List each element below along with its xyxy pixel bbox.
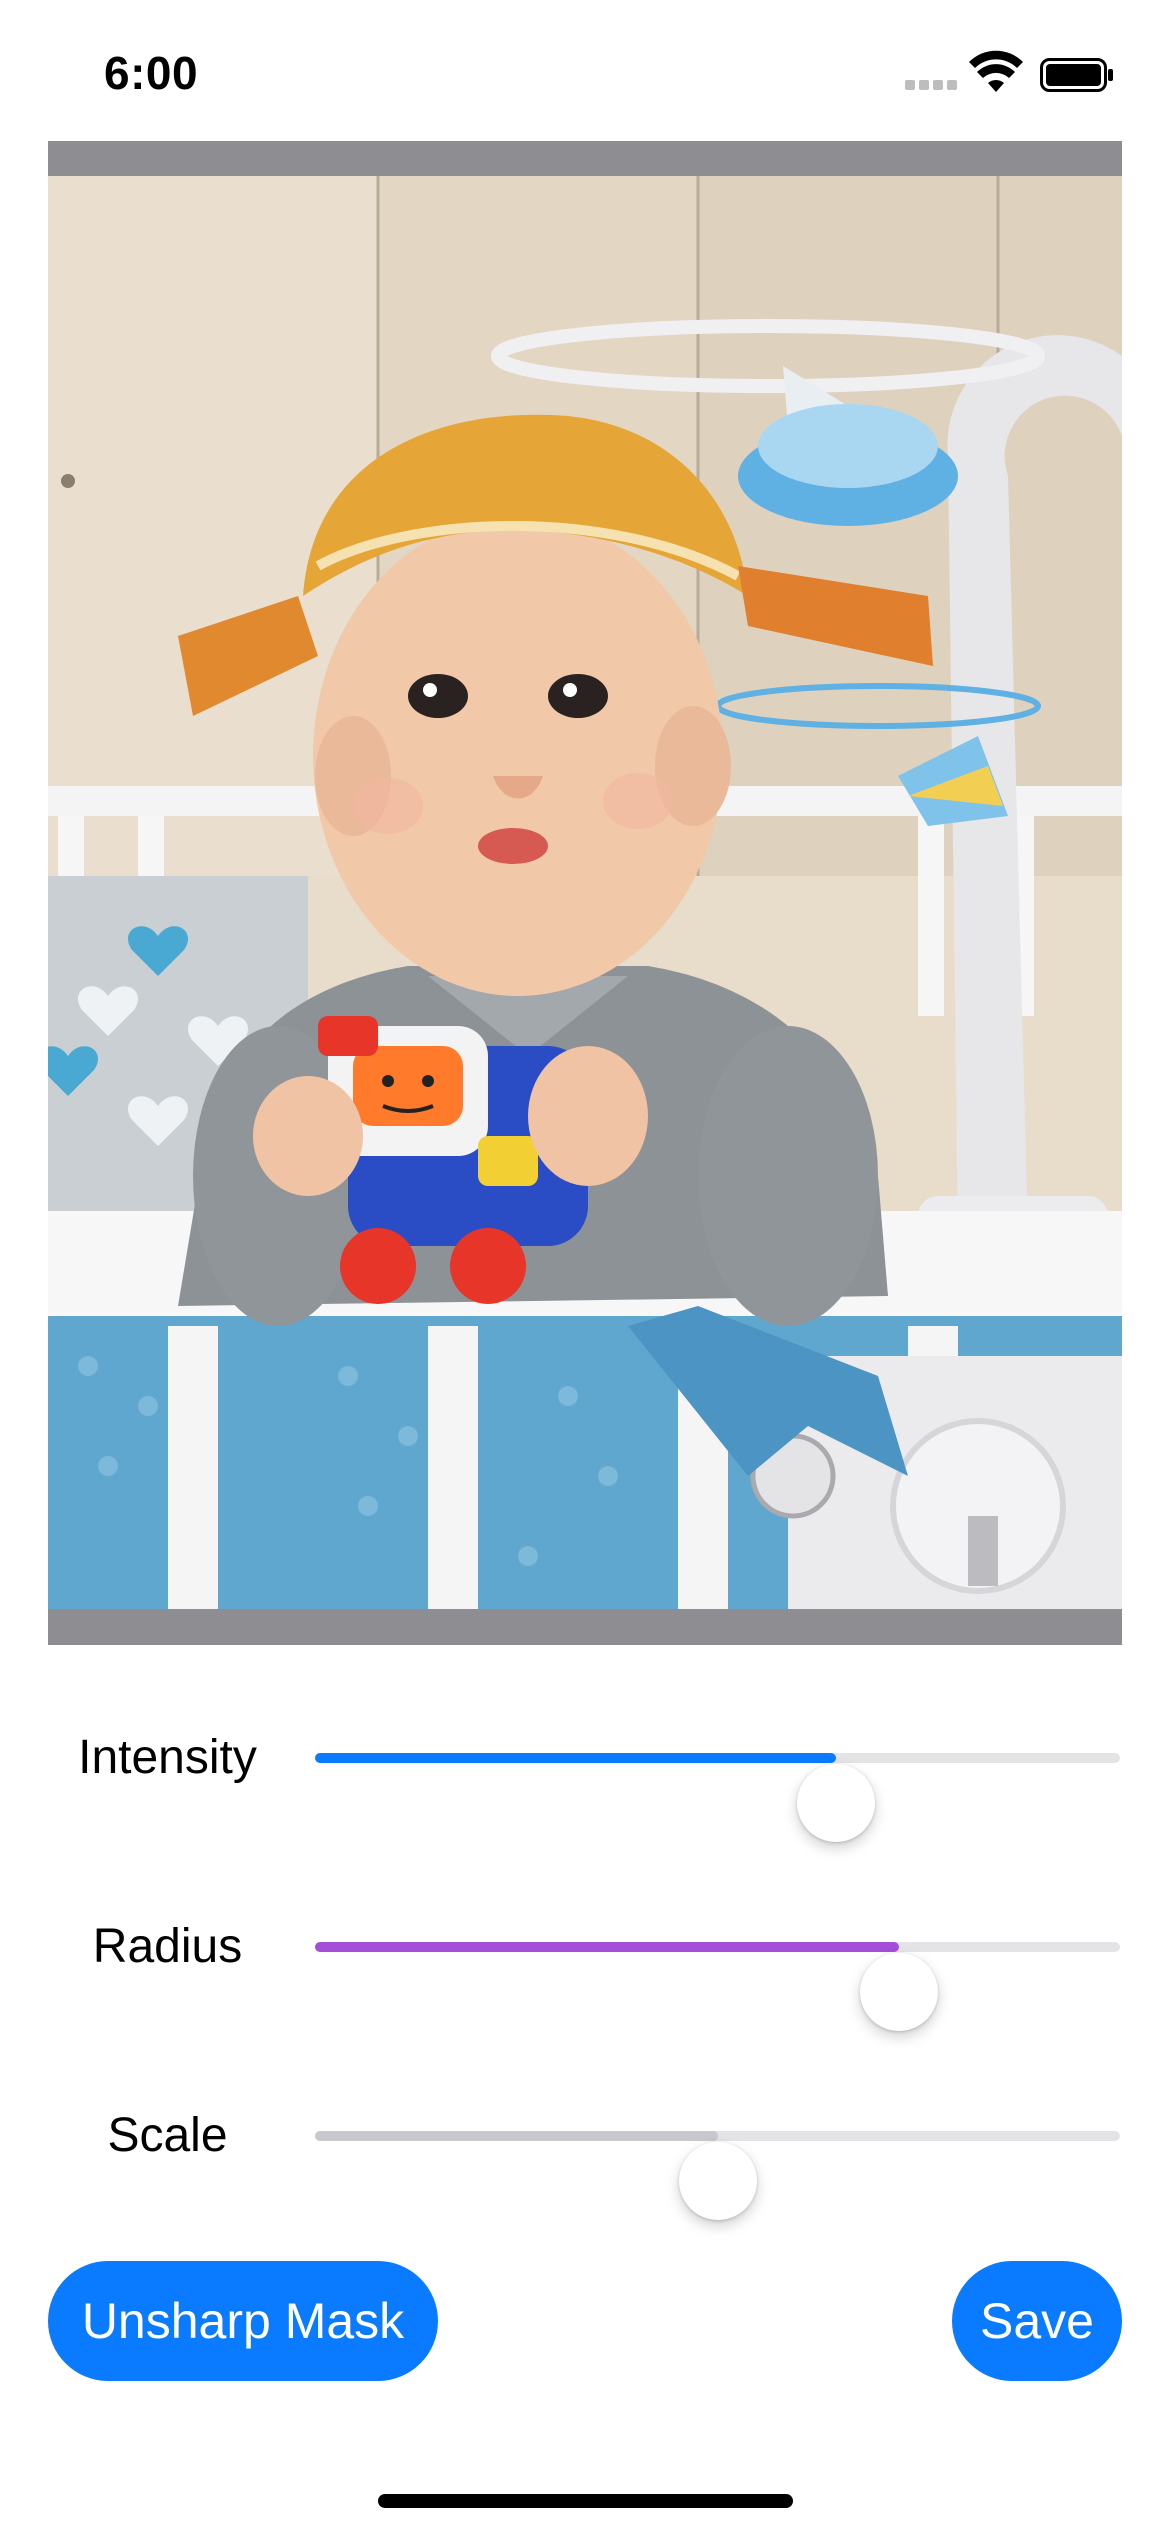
unsharp-mask-button[interactable]: Unsharp Mask — [48, 2261, 438, 2381]
intensity-label: Intensity — [78, 1731, 257, 1784]
baby-photo-image — [48, 176, 1122, 1609]
intensity-slider-fill — [315, 1753, 836, 1763]
radius-slider[interactable] — [315, 1942, 1120, 2031]
intensity-slider-row: Intensity — [0, 1708, 1170, 1842]
wifi-icon — [969, 50, 1023, 92]
radius-slider-row: Radius — [0, 1897, 1170, 2031]
cellular-signal-icon — [905, 80, 957, 90]
status-time: 6:00 — [104, 47, 199, 99]
intensity-slider[interactable] — [315, 1753, 1120, 1842]
status-bar: 6:00 — [0, 0, 1170, 140]
radius-slider-thumb[interactable] — [859, 1953, 938, 2031]
scale-label: Scale — [107, 2109, 228, 2162]
save-button[interactable]: Save — [952, 2261, 1122, 2381]
scale-slider-fill — [315, 2131, 718, 2141]
intensity-slider-thumb[interactable] — [796, 1764, 875, 1842]
battery-icon — [1040, 58, 1113, 92]
scale-slider-thumb[interactable] — [678, 2142, 757, 2220]
home-indicator — [378, 2494, 793, 2508]
scale-slider[interactable] — [315, 2131, 1120, 2220]
radius-label: Radius — [92, 1920, 243, 1973]
image-preview-frame — [48, 141, 1122, 1645]
scale-slider-row: Scale — [0, 2086, 1170, 2220]
radius-slider-fill — [315, 1942, 899, 1952]
